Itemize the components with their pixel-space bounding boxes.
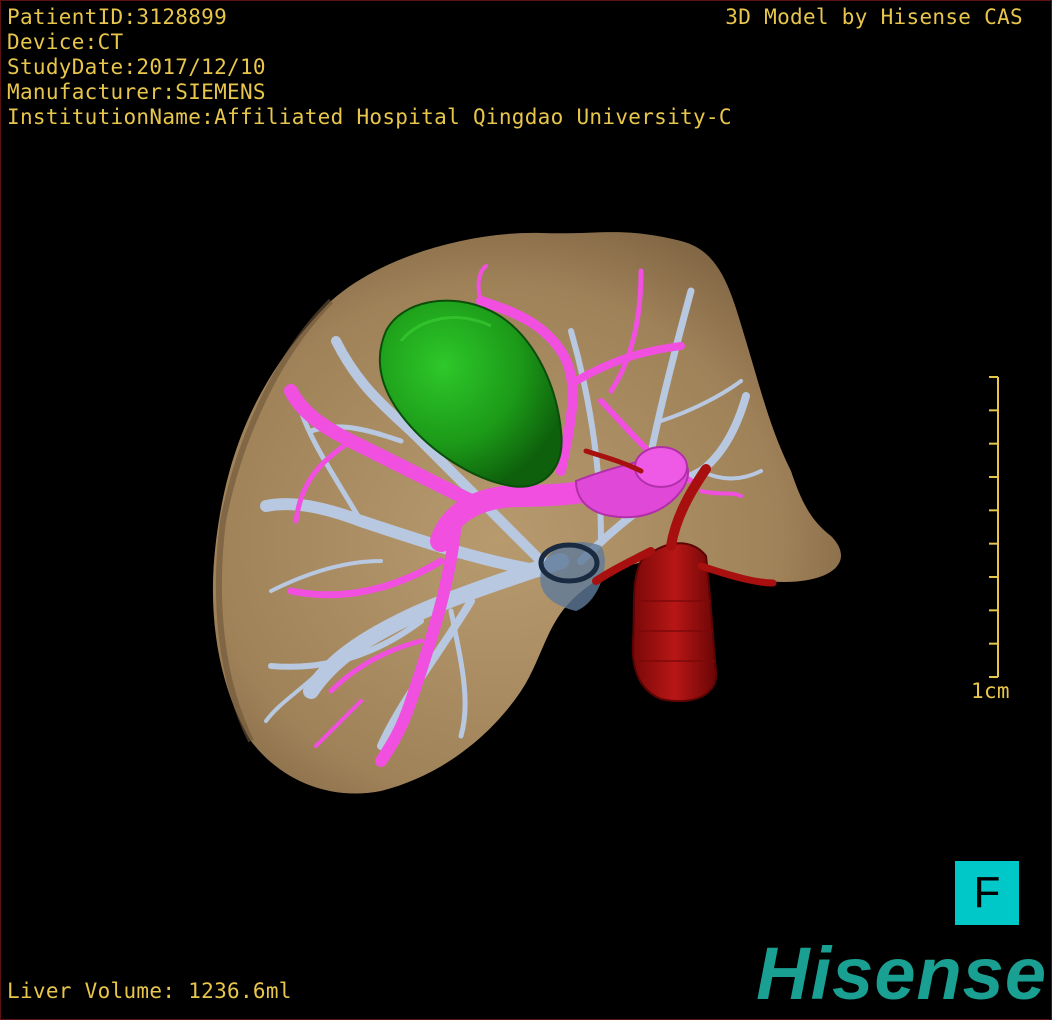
device: Device:CT <box>7 30 124 54</box>
patient-id: PatientID:3128899 <box>7 5 228 29</box>
scale-bar <box>989 376 999 678</box>
orientation-marker[interactable]: F <box>955 861 1019 925</box>
manufacturer: Manufacturer:SIEMENS <box>7 80 266 104</box>
hisense-logo: Hisense <box>756 932 1047 1015</box>
study-info: PatientID:3128899 Device:CT StudyDate:20… <box>7 5 732 130</box>
liver-3d-render[interactable] <box>1 1 1051 1019</box>
scale-bar-label: 1cm <box>971 679 1010 703</box>
institution-name: InstitutionName:Affiliated Hospital Qing… <box>7 105 732 129</box>
portal-vein-junction <box>634 446 688 488</box>
study-date: StudyDate:2017/12/10 <box>7 55 266 79</box>
model-brand-text: 3D Model by Hisense CAS <box>725 5 1023 29</box>
3d-viewport[interactable]: PatientID:3128899 Device:CT StudyDate:20… <box>0 0 1052 1020</box>
liver-volume: Liver Volume: 1236.6ml <box>7 979 292 1003</box>
